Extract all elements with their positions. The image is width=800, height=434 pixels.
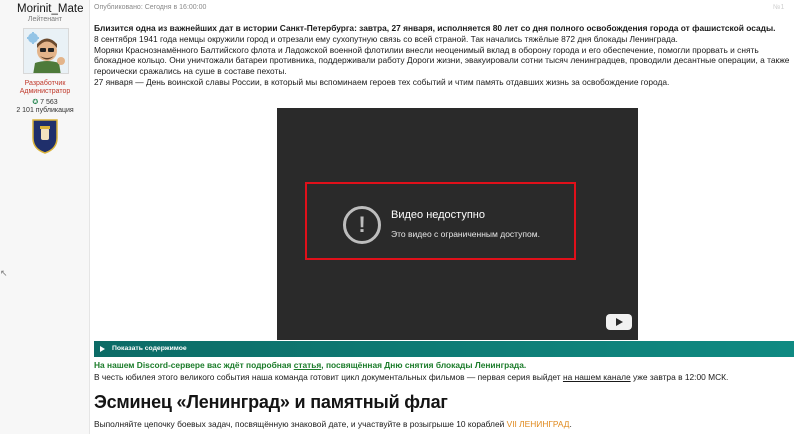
youtube-logo-icon[interactable] xyxy=(606,314,632,330)
spoiler-label: Показать содержимое xyxy=(112,345,187,352)
discord-article-link[interactable]: статья xyxy=(294,360,322,370)
post-paragraph-3: 27 января — День воинской славы России, … xyxy=(94,76,670,87)
tasks-paragraph: Выполняйте цепочку боевых задач, посвящё… xyxy=(94,419,572,429)
post-intro: Близится одна из важнейших дат в истории… xyxy=(94,23,776,33)
documentary-announcement: В честь юбилея этого великого события на… xyxy=(94,372,728,382)
post-body: Близится одна из важнейших дат в истории… xyxy=(94,23,794,88)
discord-text-post: , посвящённая Дню снятия блокады Ленингр… xyxy=(321,360,527,370)
info-text-post: уже завтра в 12:00 МСК. xyxy=(630,372,729,382)
chevron-right-icon xyxy=(100,346,105,352)
ship-name-highlight: VII ЛЕНИНГРАД xyxy=(506,419,570,429)
post-share-link[interactable]: №1 xyxy=(773,4,784,11)
mouse-cursor-icon: ↖ xyxy=(0,268,8,278)
channel-link[interactable]: на нашем канале xyxy=(563,372,631,382)
user-banner-developer: Разработчик xyxy=(24,80,66,87)
user-points-value: 7 563 xyxy=(40,99,58,106)
tasks-text-pre: Выполняйте цепочку боевых задач, посвящё… xyxy=(94,419,507,429)
discord-text-pre: На нашем Discord-сервере вас ждёт подроб… xyxy=(94,360,294,370)
avatar[interactable] xyxy=(23,28,69,74)
info-text-pre: В честь юбилея этого великого события на… xyxy=(94,372,563,382)
tasks-text-post: . xyxy=(569,419,572,429)
post-paragraph-1: 8 сентября 1941 года немцы окружили горо… xyxy=(94,33,678,44)
avatar-image xyxy=(24,29,68,73)
discord-announcement: На нашем Discord-сервере вас ждёт подроб… xyxy=(94,360,526,370)
username-link[interactable]: Morinit_Mate xyxy=(17,3,83,15)
user-points: ✪ 7 563 xyxy=(0,98,90,106)
post-paragraph-2: Моряки Краснознамённого Балтийского флот… xyxy=(94,44,790,77)
user-sidebar: Morinit_Mate Лейтенант Разработчик Админ… xyxy=(0,0,90,434)
user-title: Лейтенант xyxy=(27,16,63,23)
post-published-date: Опубликовано: Сегодня в 16:00:00 xyxy=(94,4,207,11)
star-icon: ✪ xyxy=(32,99,39,106)
shield-badge-icon xyxy=(32,119,58,154)
user-banner-admin: Администратор xyxy=(19,88,71,95)
highlight-frame xyxy=(305,182,576,260)
spoiler-toggle[interactable]: Показать содержимое xyxy=(94,341,794,357)
section-heading: Эсминец «Ленинград» и памятный флаг xyxy=(94,392,448,412)
user-posts-count: 2 101 публикация xyxy=(16,107,74,114)
